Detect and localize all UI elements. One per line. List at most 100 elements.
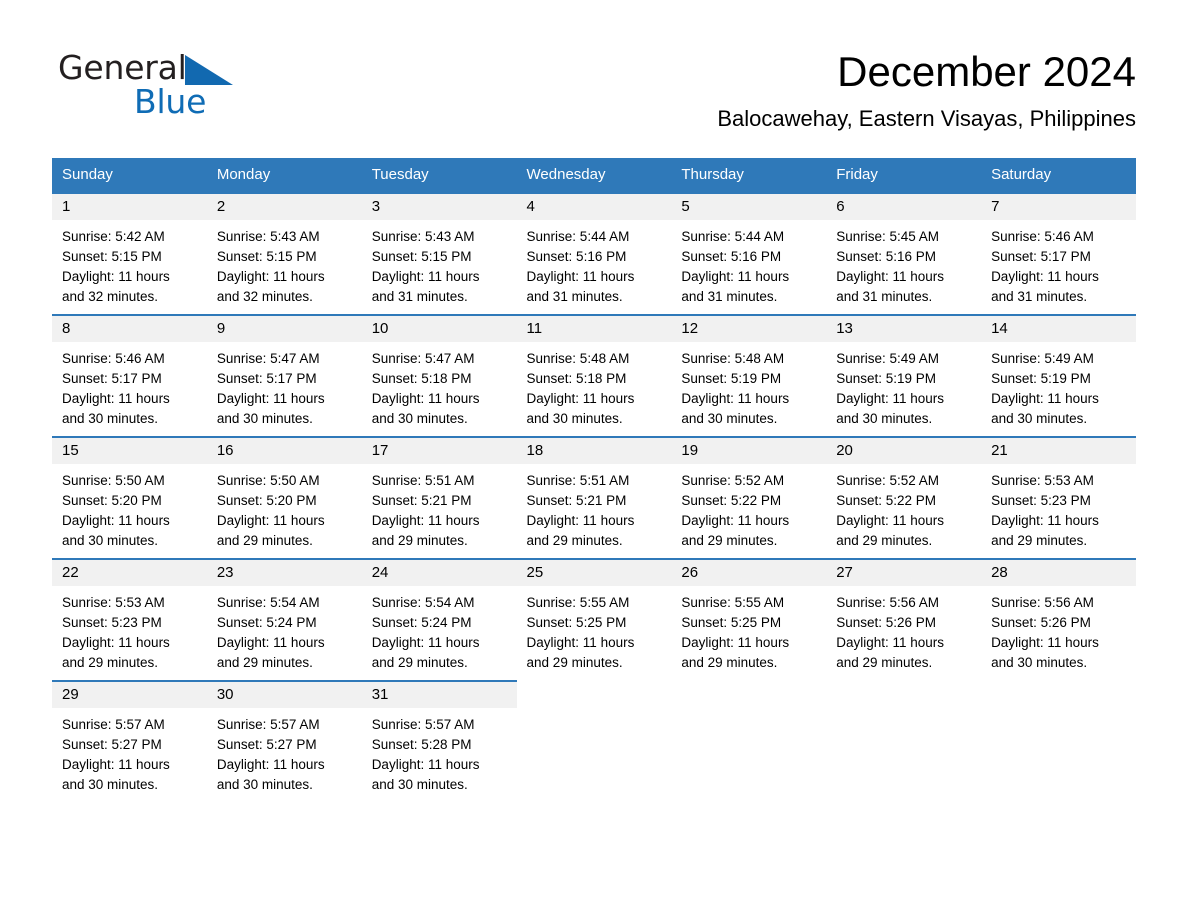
day-number: 15 xyxy=(52,438,207,464)
sunrise-time: Sunrise: 5:44 AM xyxy=(526,229,630,244)
day-details: Sunrise: 5:48 AM Sunset: 5:19 PM Daylight:… xyxy=(671,342,826,429)
daylight-duration-line2: and 30 minutes. xyxy=(62,411,159,426)
daylight-duration-line1: Daylight: 11 hours xyxy=(836,513,945,528)
calendar-day-cell[interactable]: 4 Sunrise: 5:44 AM Sunset: 5:16 PM Daylight… xyxy=(516,192,672,315)
sunrise-time: Sunrise: 5:54 AM xyxy=(371,595,475,610)
calendar-day-cell[interactable]: 22 Sunrise: 5:53 AM Sunset: 5:23 PM Dayligh… xyxy=(52,558,207,681)
daylight-duration-line1: Daylight: 11 hours xyxy=(681,513,790,528)
sunset-time: Sunset: 5:28 PM xyxy=(371,737,472,752)
day-number: 9 xyxy=(206,316,362,342)
calendar-day-cell[interactable]: 12 Sunrise: 5:48 AM Sunset: 5:19 PM Dayligh… xyxy=(671,314,827,437)
day-number: 20 xyxy=(826,438,982,464)
day-number: 30 xyxy=(206,682,362,708)
daylight-duration-line2: and 30 minutes. xyxy=(62,777,159,792)
sunset-time: Sunset: 5:27 PM xyxy=(216,737,317,752)
daylight-duration-line1: Daylight: 11 hours xyxy=(681,269,790,284)
sunset-time: Sunset: 5:21 PM xyxy=(371,493,472,508)
day-number: 16 xyxy=(206,438,362,464)
calendar-day-cell[interactable]: 26 Sunrise: 5:55 AM Sunset: 5:25 PM Dayligh… xyxy=(671,558,827,681)
day-number: 17 xyxy=(361,438,517,464)
calendar-week-row: 15 Sunrise: 5:50 AM Sunset: 5:20 PM Dayligh… xyxy=(52,436,1136,559)
sunrise-time: Sunrise: 5:53 AM xyxy=(991,473,1094,488)
calendar-day-cell[interactable]: 24 Sunrise: 5:54 AM Sunset: 5:24 PM Dayligh… xyxy=(361,558,517,681)
calendar-day-cell[interactable]: 18 Sunrise: 5:51 AM Sunset: 5:21 PM Dayligh… xyxy=(516,436,672,559)
calendar-day-cell[interactable]: 6 Sunrise: 5:45 AM Sunset: 5:16 PM Daylight… xyxy=(826,192,982,315)
sunset-time: Sunset: 5:21 PM xyxy=(526,493,627,508)
sunrise-time: Sunrise: 5:49 AM xyxy=(991,351,1094,366)
calendar-day-cell[interactable]: 5 Sunrise: 5:44 AM Sunset: 5:16 PM Daylight… xyxy=(671,192,827,315)
daylight-duration-line1: Daylight: 11 hours xyxy=(526,269,635,284)
daylight-duration-line2: and 30 minutes. xyxy=(371,411,468,426)
page-title: December 2024 xyxy=(837,48,1136,95)
sunrise-time: Sunrise: 5:57 AM xyxy=(216,717,320,732)
daylight-duration-line2: and 30 minutes. xyxy=(836,411,933,426)
day-details: Sunrise: 5:48 AM Sunset: 5:18 PM Daylight:… xyxy=(517,342,672,429)
daylight-duration-line1: Daylight: 11 hours xyxy=(371,635,480,650)
daylight-duration-line2: and 30 minutes. xyxy=(62,533,159,548)
daylight-duration-line1: Daylight: 11 hours xyxy=(371,513,480,528)
day-details: Sunrise: 5:47 AM Sunset: 5:18 PM Daylight:… xyxy=(362,342,517,429)
calendar-day-cell[interactable]: 30 Sunrise: 5:57 AM Sunset: 5:27 PM Dayligh… xyxy=(206,680,362,802)
daylight-duration-line2: and 30 minutes. xyxy=(216,411,313,426)
calendar-day-cell[interactable]: 2 Sunrise: 5:43 AM Sunset: 5:15 PM Daylight… xyxy=(206,192,362,315)
calendar-day-cell[interactable]: 15 Sunrise: 5:50 AM Sunset: 5:20 PM Dayligh… xyxy=(52,436,207,559)
logo-bottom-row: Blue xyxy=(58,84,298,120)
daylight-duration-line1: Daylight: 11 hours xyxy=(991,391,1099,406)
daylight-duration-line1: Daylight: 11 hours xyxy=(526,513,635,528)
calendar-day-cell[interactable]: 14 Sunrise: 5:49 AM Sunset: 5:19 PM Dayligh… xyxy=(981,314,1136,437)
day-number: 6 xyxy=(826,194,982,220)
daylight-duration-line1: Daylight: 11 hours xyxy=(62,635,170,650)
daylight-duration-line2: and 31 minutes. xyxy=(371,289,468,304)
calendar-day-cell[interactable]: 29 Sunrise: 5:57 AM Sunset: 5:27 PM Dayligh… xyxy=(52,680,207,802)
sunset-time: Sunset: 5:17 PM xyxy=(62,371,162,386)
calendar-day-cell[interactable]: 7 Sunrise: 5:46 AM Sunset: 5:17 PM Daylight… xyxy=(981,192,1136,315)
day-details: Sunrise: 5:46 AM Sunset: 5:17 PM Daylight:… xyxy=(52,342,207,429)
day-number: 10 xyxy=(361,316,517,342)
calendar-day-cell-empty xyxy=(671,680,827,802)
calendar-day-cell[interactable]: 10 Sunrise: 5:47 AM Sunset: 5:18 PM Dayligh… xyxy=(361,314,517,437)
title-block: December 2024 Balocawehay, Eastern Visay… xyxy=(717,46,1136,134)
day-number: 31 xyxy=(361,682,517,708)
day-number: 13 xyxy=(826,316,982,342)
day-details: Sunrise: 5:43 AM Sunset: 5:15 PM Daylight:… xyxy=(362,220,517,307)
day-details: Sunrise: 5:53 AM Sunset: 5:23 PM Daylight:… xyxy=(52,586,207,673)
calendar-day-cell[interactable]: 13 Sunrise: 5:49 AM Sunset: 5:19 PM Dayligh… xyxy=(826,314,982,437)
sunrise-time: Sunrise: 5:52 AM xyxy=(681,473,785,488)
calendar-day-cell[interactable]: 8 Sunrise: 5:46 AM Sunset: 5:17 PM Daylight… xyxy=(52,314,207,437)
sunset-time: Sunset: 5:23 PM xyxy=(991,493,1091,508)
weekday-header-tuesday: Tuesday xyxy=(361,158,517,193)
calendar-day-cell[interactable]: 16 Sunrise: 5:50 AM Sunset: 5:20 PM Dayligh… xyxy=(206,436,362,559)
day-details: Sunrise: 5:52 AM Sunset: 5:22 PM Daylight:… xyxy=(671,464,826,551)
daylight-duration-line2: and 29 minutes. xyxy=(836,533,933,548)
calendar-day-cell[interactable]: 31 Sunrise: 5:57 AM Sunset: 5:28 PM Dayligh… xyxy=(361,680,517,802)
calendar-day-cell[interactable]: 11 Sunrise: 5:48 AM Sunset: 5:18 PM Dayligh… xyxy=(516,314,672,437)
day-number: 22 xyxy=(52,560,207,586)
day-number: 11 xyxy=(516,316,672,342)
calendar-day-cell[interactable]: 27 Sunrise: 5:56 AM Sunset: 5:26 PM Dayligh… xyxy=(826,558,982,681)
daylight-duration-line2: and 29 minutes. xyxy=(991,533,1088,548)
sunset-time: Sunset: 5:26 PM xyxy=(991,615,1091,630)
calendar-day-cell[interactable]: 23 Sunrise: 5:54 AM Sunset: 5:24 PM Dayligh… xyxy=(206,558,362,681)
daylight-duration-line2: and 31 minutes. xyxy=(991,289,1088,304)
calendar-day-cell[interactable]: 25 Sunrise: 5:55 AM Sunset: 5:25 PM Dayligh… xyxy=(516,558,672,681)
daylight-duration-line1: Daylight: 11 hours xyxy=(216,269,325,284)
calendar-day-cell[interactable]: 1 Sunrise: 5:42 AM Sunset: 5:15 PM Daylight… xyxy=(52,192,207,315)
calendar-day-cell[interactable]: 20 Sunrise: 5:52 AM Sunset: 5:22 PM Dayligh… xyxy=(826,436,982,559)
general-blue-logo[interactable]: General Blue xyxy=(58,50,298,122)
calendar-day-cell[interactable]: 21 Sunrise: 5:53 AM Sunset: 5:23 PM Dayligh… xyxy=(981,436,1136,559)
calendar-header-row: Sunday Monday Tuesday Wednesday Thursday… xyxy=(52,158,1136,193)
sunset-time: Sunset: 5:18 PM xyxy=(526,371,627,386)
daylight-duration-line2: and 30 minutes. xyxy=(216,777,313,792)
calendar-day-cell[interactable]: 19 Sunrise: 5:52 AM Sunset: 5:22 PM Dayligh… xyxy=(671,436,827,559)
calendar-week-row: 8 Sunrise: 5:46 AM Sunset: 5:17 PM Daylight… xyxy=(52,314,1136,437)
calendar-day-cell[interactable]: 28 Sunrise: 5:56 AM Sunset: 5:26 PM Dayligh… xyxy=(981,558,1136,681)
sunrise-time: Sunrise: 5:52 AM xyxy=(836,473,940,488)
sunrise-time: Sunrise: 5:50 AM xyxy=(62,473,165,488)
daylight-duration-line2: and 32 minutes. xyxy=(216,289,313,304)
day-number: 24 xyxy=(361,560,517,586)
daylight-duration-line1: Daylight: 11 hours xyxy=(371,269,480,284)
calendar-day-cell[interactable]: 17 Sunrise: 5:51 AM Sunset: 5:21 PM Dayligh… xyxy=(361,436,517,559)
daylight-duration-line2: and 29 minutes. xyxy=(681,533,778,548)
calendar-day-cell[interactable]: 9 Sunrise: 5:47 AM Sunset: 5:17 PM Daylight… xyxy=(206,314,362,437)
calendar-day-cell[interactable]: 3 Sunrise: 5:43 AM Sunset: 5:15 PM Daylight… xyxy=(361,192,517,315)
